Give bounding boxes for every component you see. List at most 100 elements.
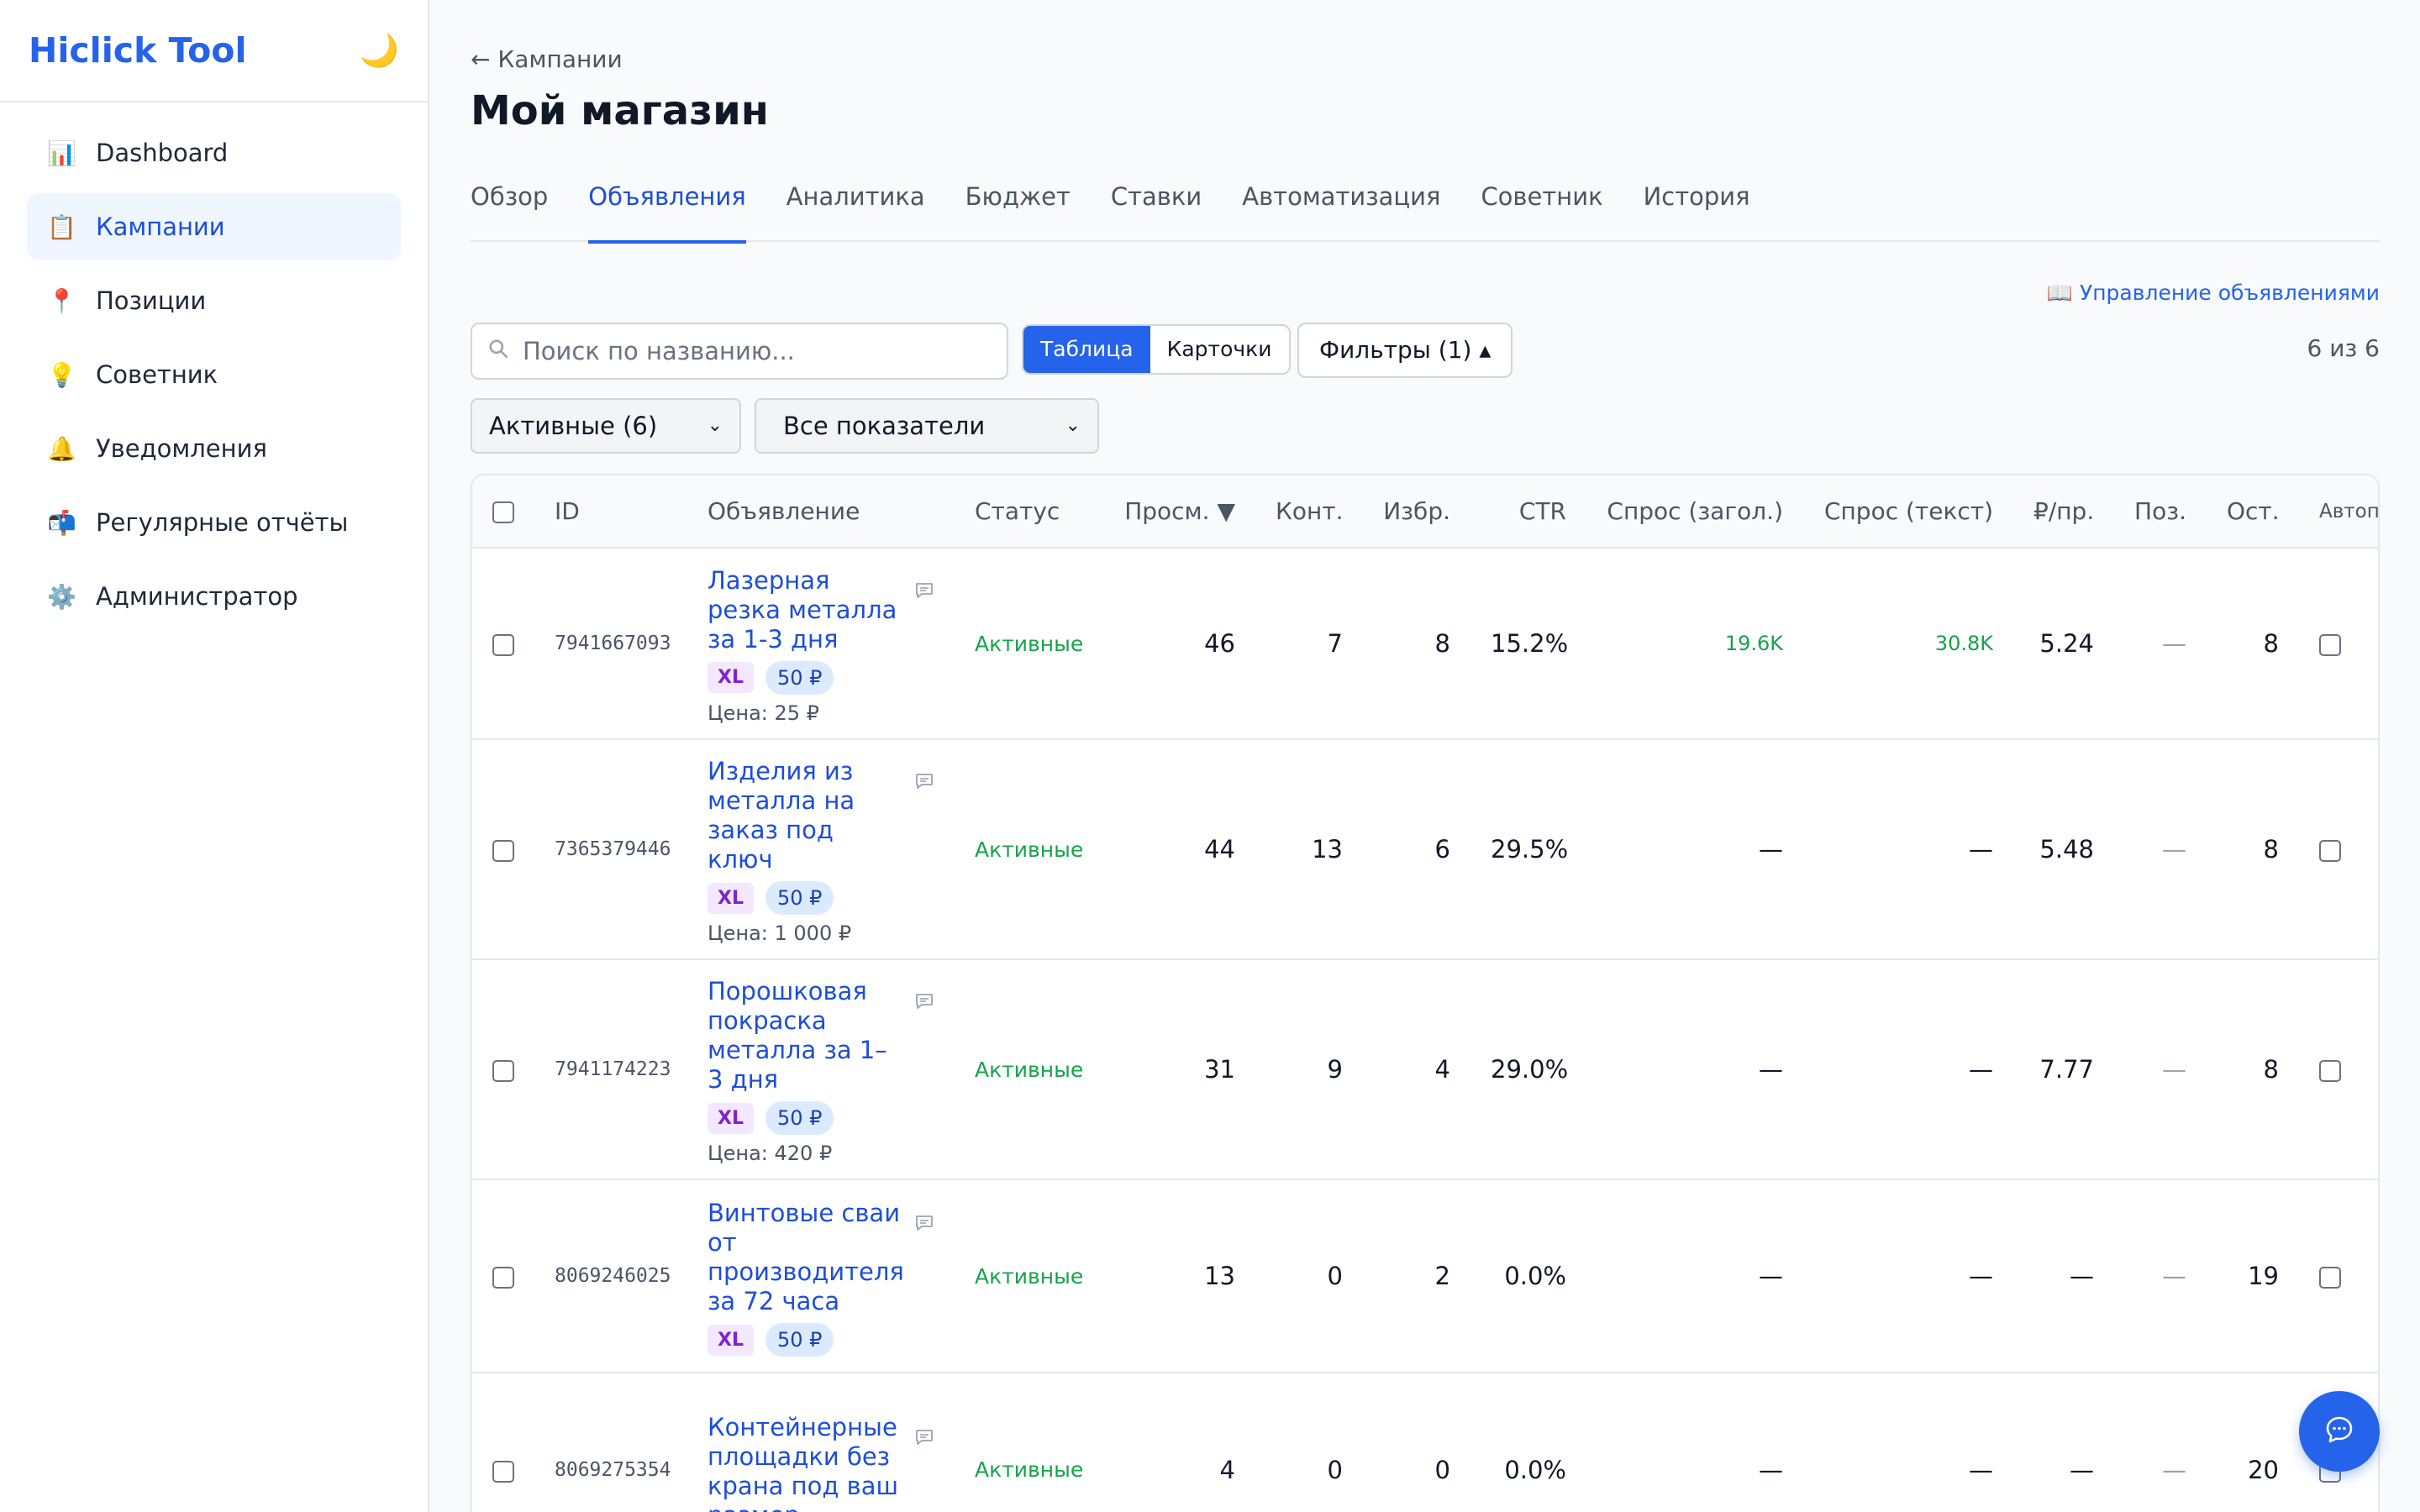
ad-cell: Изделия из металла на заказ под ключ XL … [687,738,955,959]
auto-checkbox[interactable] [2319,1060,2341,1082]
position-cell: — [2114,1179,2207,1373]
select-all-checkbox[interactable] [492,501,514,523]
comment-icon[interactable] [914,581,934,605]
column-header-remaining[interactable]: Ост. [2207,475,2299,548]
table-row[interactable]: 7365379446 Изделия из металла на заказ п… [472,738,2378,959]
column-header-demand-title[interactable]: Спрос (загол.) [1586,475,1803,548]
results-count: 6 из 6 [2307,334,2380,362]
ad-title-link[interactable]: Винтовые сваи от производителя за 72 час… [708,1199,904,1316]
column-header-views-label: Просм. ▼ [1124,497,1235,525]
sidebar-item-label: Регулярные отчёты [96,508,349,537]
table-header-row: ID Объявление Статус Просм. ▼ Конт. Избр… [472,475,2378,548]
demand-title-cell: — [1586,958,1803,1179]
status-badge: Активные [955,738,1097,959]
contacts-cell: 13 [1255,738,1363,959]
ad-title-link[interactable]: Порошковая покраска металла за 1–3 дня [708,977,901,1095]
column-header-contacts[interactable]: Конт. [1255,475,1363,548]
column-header-rub-per-view[interactable]: ₽/пр. [2013,475,2114,548]
ad-title-link[interactable]: Лазерная резка металла за 1-3 дня [708,566,901,654]
row-checkbox[interactable] [492,1460,514,1483]
column-header-ctr[interactable]: CTR [1470,475,1586,548]
tab-bids[interactable]: Ставки [1111,168,1202,242]
tab-overview[interactable]: Обзор [471,168,548,242]
column-header-demand-text[interactable]: Спрос (текст) [1803,475,2013,548]
ad-id: 7365379446 [534,738,687,959]
ctr-cell: 29.0% [1470,958,1586,1179]
auto-checkbox[interactable] [2319,840,2341,862]
column-header-favorites[interactable]: Избр. [1363,475,1470,548]
ctr-cell: 15.2% [1470,547,1586,739]
position-cell: — [2114,1372,2207,1512]
table-row[interactable]: 7941174223 Порошковая покраска металла з… [472,958,2378,1179]
comment-icon[interactable] [914,772,934,795]
ad-title-link[interactable]: Контейнерные площадки без крана под ваш … [708,1413,901,1512]
metrics-select[interactable]: Все показатели ⌄ [755,398,1099,454]
comment-icon[interactable] [914,1428,934,1452]
tab-ads[interactable]: Объявления [588,168,747,244]
tab-analytics[interactable]: Аналитика [786,168,925,242]
sidebar-item-notifications[interactable]: 🔔 Уведомления [27,415,401,482]
row-checkbox[interactable] [492,634,514,656]
row-checkbox-cell [472,1372,534,1512]
chat-button[interactable] [2299,1391,2380,1472]
price-badge: 50 ₽ [765,881,834,915]
sidebar-item-label: Администратор [96,582,298,611]
demand-title-cell: — [1586,1372,1803,1512]
tab-history[interactable]: История [1644,168,1750,242]
moon-icon[interactable]: 🌙 [360,32,399,70]
tab-automation[interactable]: Автоматизация [1242,168,1440,242]
view-table-button[interactable]: Таблица [1023,326,1150,373]
contacts-cell: 7 [1255,547,1363,739]
breadcrumb-back-link[interactable]: ← Кампании [471,45,623,73]
page-title: Мой магазин [471,87,769,134]
status-select[interactable]: Активные (6) ⌄ [471,398,741,454]
row-checkbox[interactable] [492,1060,514,1082]
table-row[interactable]: 7941667093 Лазерная резка металла за 1-3… [472,547,2378,739]
rub-per-view-cell: — [2013,1179,2114,1373]
sidebar-item-advisor[interactable]: 💡 Советник [27,341,401,408]
row-checkbox[interactable] [492,840,514,862]
column-header-status[interactable]: Статус [955,475,1097,548]
sidebar-item-label: Dashboard [96,139,229,167]
column-header-auto[interactable]: Автоп [2299,475,2378,548]
ad-price: Цена: 25 ₽ [708,701,819,725]
xl-badge: XL [708,662,754,693]
comment-icon[interactable] [914,992,934,1016]
favorites-cell: 4 [1363,958,1470,1179]
sidebar-item-campaigns[interactable]: 📋 Кампании [27,193,401,260]
position-cell: — [2114,547,2207,739]
sidebar-item-label: Кампании [96,213,225,241]
gear-icon: ⚙️ [47,582,76,611]
sidebar-item-dashboard[interactable]: 📊 Dashboard [27,119,401,186]
status-badge: Активные [955,958,1097,1179]
auto-checkbox[interactable] [2319,634,2341,656]
tab-budget[interactable]: Бюджет [965,168,1071,242]
views-cell: 13 [1097,1179,1255,1373]
sidebar-item-positions[interactable]: 📍 Позиции [27,267,401,334]
app-title[interactable]: Hiclick Tool [29,30,247,71]
demand-text-cell: 30.8K [1803,547,2013,739]
view-cards-button[interactable]: Карточки [1150,326,1289,373]
column-header-ad[interactable]: Объявление [687,475,955,548]
tab-advisor[interactable]: Советник [1481,168,1602,242]
price-badge: 50 ₽ [765,1101,834,1135]
manage-ads-link[interactable]: 📖 Управление объявлениями [2047,281,2380,306]
table-row[interactable]: 8069275354 Контейнерные площадки без кра… [472,1372,2378,1512]
column-header-views[interactable]: Просм. ▼ [1097,475,1255,548]
sidebar-item-admin[interactable]: ⚙️ Администратор [27,563,401,630]
column-header-id[interactable]: ID [534,475,687,548]
brand-header: Hiclick Tool 🌙 [0,0,428,102]
row-checkbox-cell [472,547,534,739]
comment-icon[interactable] [914,1214,934,1237]
sidebar-item-reports[interactable]: 📬 Регулярные отчёты [27,489,401,556]
ad-cell: Порошковая покраска металла за 1–3 дня X… [687,958,955,1179]
column-header-position[interactable]: Поз. [2114,475,2207,548]
auto-checkbox[interactable] [2319,1267,2341,1289]
row-checkbox[interactable] [492,1267,514,1289]
table-row[interactable]: 8069246025 Винтовые сваи от производител… [472,1179,2378,1373]
search-input[interactable] [523,337,992,365]
filters-button[interactable]: Фильтры (1) ▴ [1297,323,1513,378]
rub-per-view-cell: 5.24 [2013,547,2114,739]
demand-text-cell: — [1803,1372,2013,1512]
ad-title-link[interactable]: Изделия из металла на заказ под ключ [708,757,901,874]
